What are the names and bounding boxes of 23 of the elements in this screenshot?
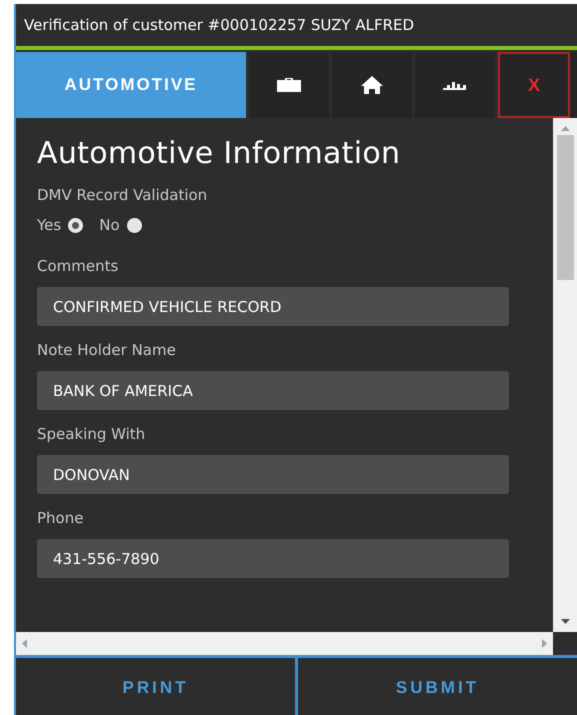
radio-button[interactable] (68, 218, 84, 232)
input-field[interactable]: CONFIRMED VEHICLE RECORD (37, 287, 509, 326)
field-label: DMV Record Validation (37, 186, 208, 204)
input-field[interactable]: BANK OF AMERICA (37, 371, 509, 410)
radio-button[interactable] (126, 218, 142, 232)
scrollbar-thumb[interactable] (556, 135, 574, 280)
scroll-up-icon[interactable] (560, 126, 570, 131)
home-icon (361, 76, 383, 94)
radio-label: No (99, 216, 120, 234)
field-label: Note Holder Name (37, 341, 176, 359)
radio-label: Yes (37, 216, 62, 234)
input-field[interactable]: DONOVAN (37, 455, 509, 494)
scroll-left-icon[interactable] (22, 639, 27, 648)
horizontal-scrollbar[interactable] (16, 632, 553, 655)
scroll-right-icon[interactable] (542, 639, 547, 648)
section-heading: Automotive Information (37, 136, 402, 171)
field-label: Phone (37, 509, 84, 527)
field-label: Speaking With (37, 425, 146, 443)
field-label: Comments (37, 257, 118, 275)
chart-icon (443, 80, 467, 90)
briefcase-icon (277, 78, 301, 92)
input-field[interactable]: 431-556-7890 (37, 539, 509, 578)
scroll-down-icon[interactable] (560, 619, 570, 624)
